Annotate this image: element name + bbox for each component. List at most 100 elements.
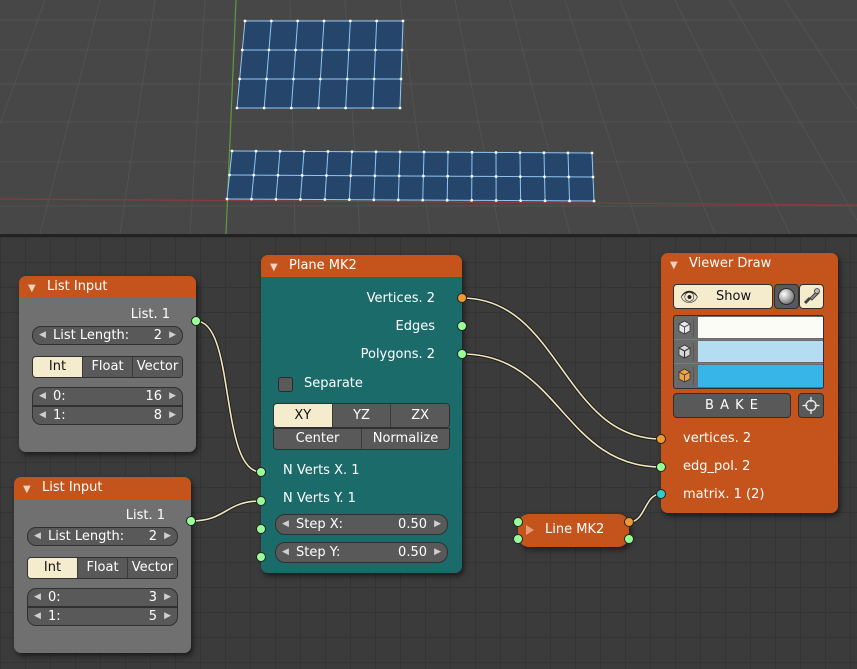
edge-color-row[interactable] [674,340,823,364]
mode-center[interactable]: Center [274,429,362,449]
arrow-right-icon[interactable]: ▶ [164,528,171,545]
list-length-label: List Length: [53,328,130,343]
output-socket[interactable] [191,316,201,326]
type-selector[interactable]: Int Float Vector [27,557,178,579]
arrow-left-icon[interactable]: ◀ [39,327,46,344]
list-item-1[interactable]: ◀ 1: 5 ▶ [27,607,178,626]
plane-mode-selector[interactable]: XY YZ ZX [273,403,450,428]
center-view-button[interactable] [798,393,824,418]
node-header[interactable]: ▼ List Input [19,276,196,298]
mesh-face [237,21,403,108]
plane-meshes [225,19,596,203]
face-color-swatch[interactable] [698,365,823,387]
edge-color-swatch[interactable] [698,341,823,362]
edgpol-input-socket[interactable] [656,462,666,472]
arrow-left-icon[interactable]: ◀ [282,543,289,562]
step-x-input-socket[interactable] [256,524,266,534]
node-header[interactable]: ▼ List Input [14,477,191,499]
bake-button[interactable]: B A K E [673,393,791,418]
tab-int[interactable]: Int [28,558,78,578]
arrow-right-icon[interactable]: ▶ [169,388,176,405]
mesh-vertex [325,174,328,177]
polygons-output-socket[interactable] [457,349,467,359]
list-item-0[interactable]: ◀ 0: 3 ▶ [27,588,178,607]
nverts-y-input-socket[interactable] [256,496,266,506]
arrow-right-icon[interactable]: ▶ [434,515,441,534]
arrow-right-icon[interactable]: ▶ [169,327,176,344]
step-x-field[interactable]: ◀ Step X: 0.50 ▶ [275,514,448,535]
list-length-field[interactable]: ◀ List Length: 2 ▶ [27,527,178,546]
mesh-vertex [344,106,348,110]
mesh-vertex [543,175,546,179]
line-input-socket-1[interactable] [513,517,523,527]
mode-yz[interactable]: YZ [332,404,392,427]
list-item-1[interactable]: ◀ 1: 8 ▶ [32,406,183,425]
brush-icon [803,288,820,305]
mesh-vertex [592,199,596,203]
separate-checkbox[interactable] [278,377,293,392]
line-vertices-output-socket[interactable] [624,517,634,527]
line-input-socket-2[interactable] [513,534,523,544]
node-editor[interactable]: ▼ List Input List. 1 ◀ List Length: 2 ▶ … [0,237,857,669]
paint-button[interactable] [799,284,824,309]
tab-vector[interactable]: Vector [133,357,182,377]
type-selector[interactable]: Int Float Vector [32,356,183,378]
3d-viewport[interactable] [0,0,857,234]
separate-label: Separate [304,376,363,391]
show-toggle[interactable]: 👁 Show [673,284,773,309]
arrow-left-icon[interactable]: ◀ [39,388,46,405]
node-header[interactable]: ▼ Viewer Draw [661,253,838,275]
align-mode-selector[interactable]: Center Normalize [273,428,450,450]
vertices-output-socket[interactable] [457,293,467,303]
triangle-right-icon[interactable] [523,523,537,537]
step-y-input-socket[interactable] [256,552,266,562]
matrix-input-socket[interactable] [656,489,666,499]
line-edges-output-socket[interactable] [624,534,634,544]
edges-output-socket[interactable] [457,321,467,331]
shading-button[interactable] [774,284,799,309]
output-socket[interactable] [186,516,196,526]
mode-normalize[interactable]: Normalize [362,429,449,449]
node-header[interactable]: ▼ Plane MK2 [261,255,462,277]
triangle-down-icon[interactable]: ▼ [23,479,31,501]
list-length-field[interactable]: ◀ List Length: 2 ▶ [32,326,183,345]
arrow-right-icon[interactable]: ▶ [164,589,171,606]
mesh-vertex [349,174,353,178]
arrow-left-icon[interactable]: ◀ [39,407,46,424]
mesh-vertex [269,19,273,23]
step-y-field[interactable]: ◀ Step Y: 0.50 ▶ [275,542,448,563]
mesh-vertex [320,48,324,52]
mode-zx[interactable]: ZX [391,404,449,427]
triangle-down-icon[interactable]: ▼ [670,255,678,277]
arrow-right-icon[interactable]: ▶ [434,543,441,562]
triangle-down-icon[interactable]: ▼ [28,278,36,300]
tab-float[interactable]: Float [83,357,133,377]
vertex-color-swatch[interactable] [698,317,823,338]
mode-xy[interactable]: XY [274,404,333,427]
tab-vector[interactable]: Vector [128,558,177,578]
list-item-0[interactable]: ◀ 0: 16 ▶ [32,387,183,406]
tab-int[interactable]: Int [33,357,83,377]
vertices-input-socket[interactable] [656,434,666,444]
mesh-vertex [373,174,377,178]
triangle-down-icon[interactable]: ▼ [270,257,278,279]
arrow-right-icon[interactable]: ▶ [169,407,176,424]
arrow-left-icon[interactable]: ◀ [34,608,41,625]
nverts-x-input-socket[interactable] [256,467,266,477]
plane-mk2-node[interactable]: ▼ Plane MK2 Vertices. 2 Edges Polygons. … [256,255,467,573]
list-input-node-1[interactable]: ▼ List Input List. 1 ◀ List Length: 2 ▶ … [19,276,201,452]
list-input-node-2[interactable]: ▼ List Input List. 1 ◀ List Length: 2 ▶ … [14,477,196,653]
vertex-color-row[interactable] [674,316,823,340]
mesh-vertex [566,151,570,155]
mesh-vertex [567,175,571,179]
arrow-left-icon[interactable]: ◀ [34,589,41,606]
face-color-row[interactable] [674,364,823,388]
arrow-left-icon[interactable]: ◀ [34,528,41,545]
arrow-right-icon[interactable]: ▶ [164,608,171,625]
mesh-vertex [591,175,595,179]
line-mk2-node[interactable]: Line MK2 [513,514,634,547]
viewer-draw-node[interactable]: ▼ Viewer Draw 👁 Show B A K E vertices. 2… [656,253,838,513]
tab-float[interactable]: Float [78,558,128,578]
mesh-vertex [446,150,450,154]
arrow-left-icon[interactable]: ◀ [282,515,289,534]
